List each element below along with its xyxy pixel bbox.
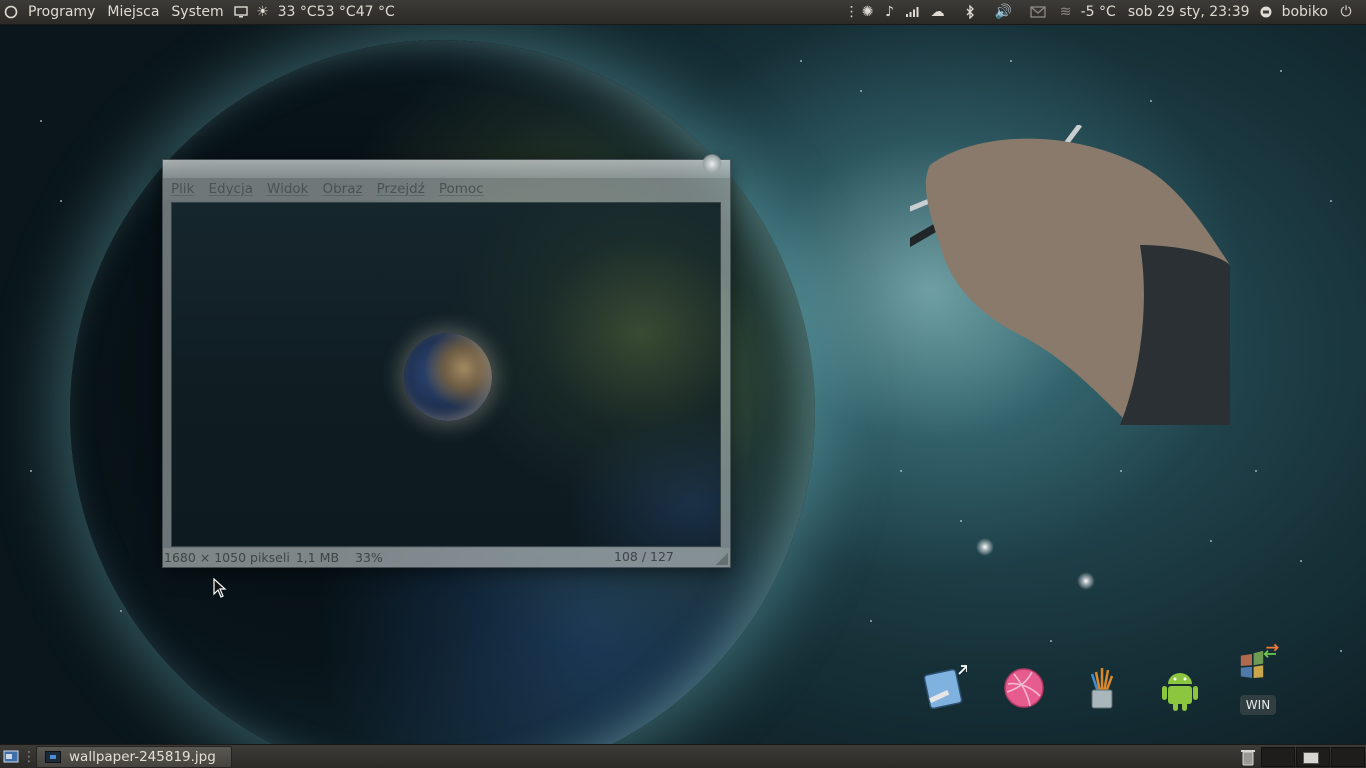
menu-plik[interactable]: Plik: [171, 181, 194, 197]
workspace-1[interactable]: [1261, 746, 1295, 767]
user-name[interactable]: bobiko: [1278, 4, 1332, 20]
volume-icon[interactable]: 🔊: [987, 0, 1021, 25]
image-dimensions: 1680 × 1050 pikseli: [164, 550, 290, 565]
ubuntu-logo-icon[interactable]: [0, 0, 22, 25]
workspace-2[interactable]: [1296, 746, 1330, 767]
android-icon[interactable]: [1156, 662, 1204, 714]
draw-app-icon[interactable]: [920, 662, 968, 714]
show-desktop-icon[interactable]: [0, 745, 22, 768]
image-viewer-icon: [45, 750, 61, 763]
top-panel: Programy Miejsca System ☀ 33 °C 53 °C 47…: [0, 0, 1366, 25]
win-label: WIN: [1240, 695, 1276, 715]
clock[interactable]: sob 29 sty, 23:39: [1120, 4, 1254, 20]
menu-obraz[interactable]: Obraz: [322, 181, 362, 197]
viewer-statusbar: 1680 × 1050 pikseli 1,1 MB 33% 108 / 127: [163, 548, 730, 567]
taskbar-item-label: wallpaper-245819.jpg: [69, 748, 216, 765]
network-signal-icon[interactable]: [901, 0, 923, 25]
menu-widok[interactable]: Widok: [267, 181, 308, 197]
sun-icon[interactable]: ☀: [252, 0, 274, 25]
image-filesize: 1,1 MB: [295, 550, 340, 565]
image-zoom: 33%: [355, 550, 383, 565]
bluetooth-icon[interactable]: [953, 0, 987, 25]
shutter-icon[interactable]: ✺: [857, 0, 879, 25]
menu-przejdz[interactable]: Przejdź: [377, 181, 425, 197]
image-index: 108 / 127: [614, 549, 674, 564]
weather-reading-1: 33 °C: [277, 4, 317, 20]
temperature[interactable]: -5 °C: [1077, 4, 1120, 20]
bottom-panel: ⋮ wallpaper-245819.jpg: [0, 744, 1366, 768]
weather-reading-2: 53 °C: [316, 4, 356, 20]
close-icon[interactable]: [702, 154, 722, 174]
workspace-3[interactable]: [1331, 746, 1365, 767]
separator-handle: ⋮: [22, 748, 36, 765]
menu-system[interactable]: System: [165, 0, 229, 25]
menu-edycja[interactable]: Edycja: [208, 181, 253, 197]
taskbar-item-wallpaper[interactable]: wallpaper-245819.jpg: [36, 745, 232, 768]
cloud-icon[interactable]: ☁: [923, 0, 953, 25]
dribbble-icon[interactable]: [1000, 662, 1048, 714]
pencil-cup-icon[interactable]: [1078, 662, 1126, 714]
fog-icon[interactable]: ≋: [1055, 0, 1077, 25]
trash-icon[interactable]: [1235, 745, 1261, 768]
menu-miejsca[interactable]: Miejsca: [101, 0, 165, 25]
separator-handle: ⋮: [844, 4, 859, 20]
window-titlebar[interactable]: [163, 154, 730, 178]
hand-with-brush: [910, 125, 1230, 425]
image-earth: [404, 333, 492, 421]
user-chat-icon[interactable]: [1254, 0, 1278, 25]
mouse-cursor-icon: [213, 578, 227, 598]
resize-grip[interactable]: [716, 553, 728, 565]
menu-pomoc[interactable]: Pomoc: [439, 181, 484, 197]
mail-icon[interactable]: [1021, 0, 1055, 25]
image-canvas[interactable]: [171, 202, 721, 547]
image-viewer-window: Plik Edycja Widok Obraz Przejdź Pomoc 16…: [162, 154, 731, 568]
music-icon[interactable]: ♪: [879, 0, 901, 25]
weather-reading-3: 47 °C: [355, 4, 395, 20]
menu-programy[interactable]: Programy: [22, 0, 101, 25]
power-icon[interactable]: ⏻: [1332, 0, 1360, 25]
display-icon[interactable]: [230, 0, 252, 25]
viewer-menubar: Plik Edycja Widok Obraz Przejdź Pomoc: [163, 178, 730, 200]
windows-icon[interactable]: [1236, 636, 1284, 688]
